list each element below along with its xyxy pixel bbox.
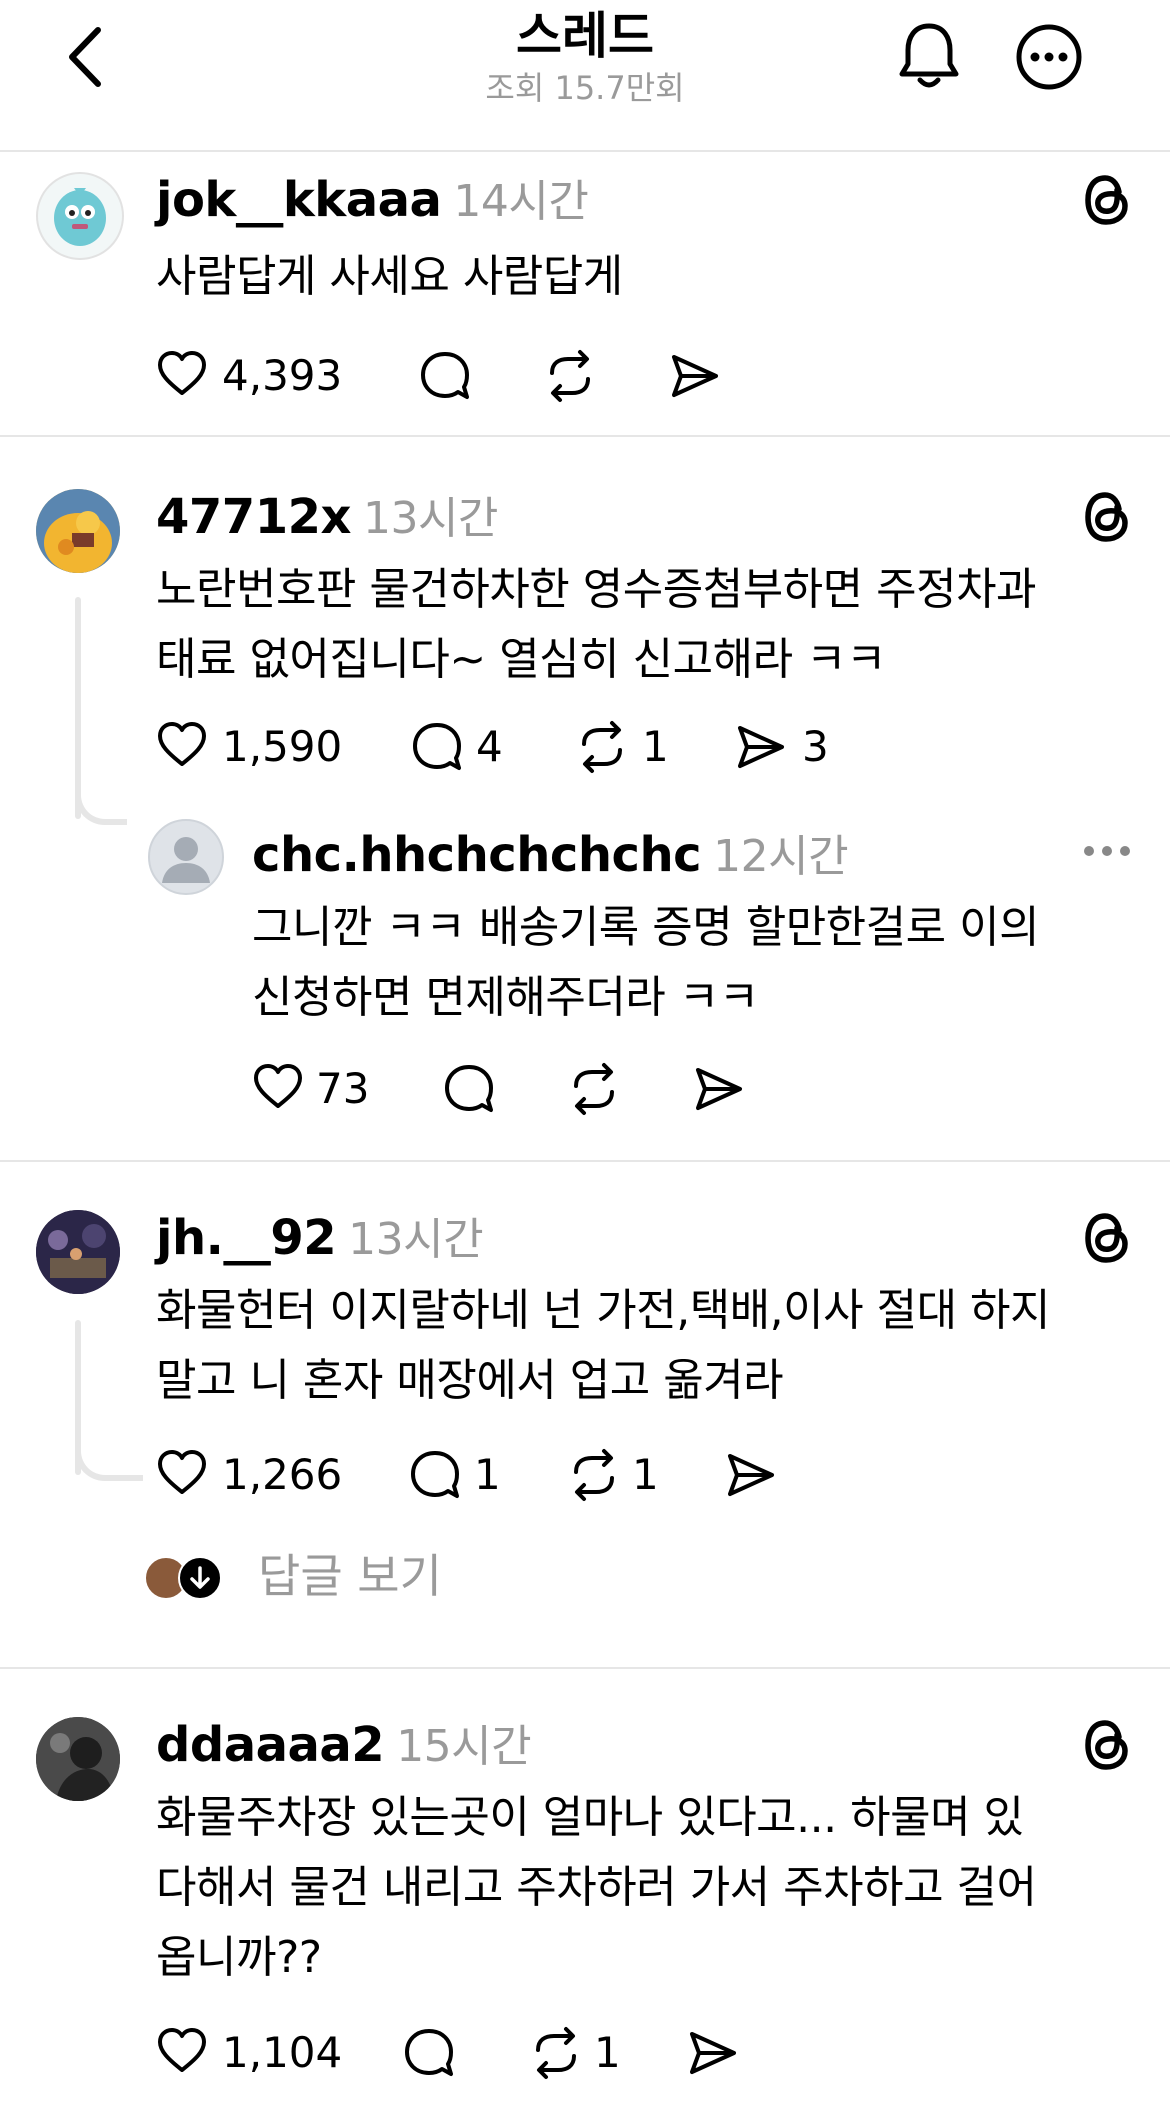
- heart-icon: [158, 722, 206, 766]
- repost-button[interactable]: [574, 720, 630, 774]
- send-icon: [738, 726, 784, 768]
- reply-button[interactable]: [418, 349, 472, 403]
- comment-text-line: 말고 니 혼자 매장에서 업고 옮겨라: [156, 1355, 784, 1406]
- threads-logo-icon[interactable]: [1080, 489, 1132, 545]
- view-count: 조회 15.7만회: [485, 69, 685, 107]
- send-icon: [672, 355, 718, 397]
- heart-icon: [158, 1450, 206, 1494]
- comment-text-line: 노란번호판 물건하차한 영수증첨부하면 주정차과: [156, 564, 1037, 615]
- username[interactable]: 47712x: [156, 489, 351, 545]
- like-count: 1,104: [222, 2028, 343, 2077]
- avatar[interactable]: [36, 1210, 120, 1294]
- username[interactable]: jh.__92: [156, 1210, 337, 1266]
- comment-bubble-icon: [411, 1451, 459, 1498]
- comment-bubble-icon: [421, 352, 469, 399]
- repost-icon: [550, 350, 590, 402]
- share-button[interactable]: [692, 1064, 746, 1114]
- repost-button[interactable]: [566, 1062, 622, 1116]
- send-icon: [696, 1068, 742, 1110]
- comment-text-line: 화물주차장 있는곳이 얼마나 있다고... 하물며 있: [156, 1792, 1024, 1843]
- like-button[interactable]: [252, 1062, 304, 1112]
- arrow-down-icon: [178, 1556, 222, 1600]
- username[interactable]: ddaaaa2: [156, 1717, 385, 1773]
- bell-icon: [899, 23, 959, 88]
- timestamp: 14시간: [453, 176, 589, 227]
- comment-text-line: 옵니까??: [156, 1932, 322, 1983]
- comment-bubble-icon: [445, 1065, 493, 1112]
- heart-icon: [254, 1064, 302, 1108]
- avatar[interactable]: [148, 819, 224, 895]
- threads-logo-icon[interactable]: [1080, 1210, 1132, 1266]
- reply-button[interactable]: [442, 1062, 496, 1116]
- reply-button[interactable]: [402, 2026, 456, 2080]
- username[interactable]: chc.hhchchchchc: [252, 827, 702, 883]
- like-button[interactable]: [156, 720, 208, 770]
- comment-item: jok__kkaaa 14시간 사람답게 사세요 사람답게 4,393: [0, 152, 1170, 435]
- view-replies-label: 답글 보기: [258, 1549, 442, 1603]
- like-count: 1,266: [222, 1450, 343, 1499]
- comment-text-line: 신청하면 면제해주더라 ㅋㅋ: [252, 972, 759, 1023]
- username[interactable]: jok__kkaaa: [156, 172, 442, 228]
- thread-connector: [75, 767, 127, 825]
- more-options-button[interactable]: [1014, 22, 1084, 92]
- more-options-button[interactable]: [1082, 843, 1132, 859]
- more-circle-icon: [1016, 24, 1082, 90]
- repost-count: 1: [632, 1450, 659, 1499]
- repost-icon: [574, 1449, 614, 1501]
- default-avatar-icon: [162, 837, 210, 883]
- repost-icon: [582, 721, 622, 773]
- like-button[interactable]: [156, 2026, 208, 2076]
- comment-item: ddaaaa2 15시간 화물주차장 있는곳이 얼마나 있다고... 하물며 있 …: [0, 1669, 1170, 2114]
- thread-connector: [75, 1422, 143, 1481]
- share-button[interactable]: [724, 1450, 778, 1500]
- repost-button[interactable]: [542, 349, 598, 403]
- threads-logo-icon[interactable]: [1080, 1717, 1132, 1773]
- share-button[interactable]: [734, 722, 788, 772]
- like-button[interactable]: [156, 1448, 208, 1498]
- view-replies-button[interactable]: 답글 보기: [144, 1549, 564, 1612]
- heart-icon: [158, 2028, 206, 2072]
- like-count: 73: [316, 1064, 370, 1113]
- share-count: 3: [802, 722, 829, 771]
- reply-button[interactable]: [410, 720, 464, 774]
- repost-button[interactable]: [528, 2026, 584, 2080]
- comment-text-line: 다해서 물건 내리고 주차하러 가서 주차하고 걸어: [156, 1862, 1037, 1913]
- comment-text-line: 그니깐 ㅋㅋ 배송기록 증명 할만한걸로 이의: [252, 902, 1040, 953]
- repost-button[interactable]: [566, 1448, 622, 1502]
- like-count: 4,393: [222, 351, 343, 400]
- timestamp: 15시간: [396, 1721, 532, 1772]
- heart-icon: [158, 351, 206, 395]
- repost-count: 1: [642, 722, 669, 771]
- reply-button[interactable]: [408, 1448, 462, 1502]
- ellipsis-icon: [1084, 846, 1130, 856]
- comment-bubble-icon: [405, 2029, 453, 2076]
- send-icon: [728, 1454, 774, 1496]
- avatar[interactable]: [36, 1717, 120, 1801]
- comment-text: 사람답게 사세요 사람답게: [156, 251, 623, 302]
- comment-item: jh.__92 13시간 화물헌터 이지랄하네 넌 가전,택배,이사 절대 하지 …: [0, 1162, 1170, 1667]
- repost-count: 1: [594, 2028, 621, 2077]
- threads-logo-icon[interactable]: [1080, 172, 1132, 228]
- repost-icon: [536, 2027, 576, 2079]
- avatar[interactable]: [36, 172, 124, 260]
- comment-bubble-icon: [413, 723, 461, 770]
- repost-icon: [574, 1063, 614, 1115]
- share-button[interactable]: [668, 351, 722, 401]
- timestamp: 12시간: [713, 831, 849, 882]
- timestamp: 13시간: [362, 493, 498, 544]
- share-button[interactable]: [686, 2028, 740, 2078]
- reply-count: 4: [476, 722, 503, 771]
- avatar[interactable]: [36, 489, 120, 573]
- comment-item: 47712x 13시간 노란번호판 물건하차한 영수증첨부하면 주정차과 태료 없…: [0, 437, 1170, 1160]
- page-title: 스레드: [516, 7, 654, 65]
- comment-text-line: 태료 없어집니다~ 열심히 신고해라 ㅋㅋ: [156, 634, 887, 685]
- like-count: 1,590: [222, 722, 343, 771]
- timestamp: 13시간: [348, 1214, 484, 1265]
- send-icon: [690, 2032, 736, 2074]
- comment-text-line: 화물헌터 이지랄하네 넌 가전,택배,이사 절대 하지: [156, 1285, 1051, 1336]
- like-button[interactable]: [156, 349, 208, 399]
- reply-count: 1: [474, 1450, 501, 1499]
- notifications-button[interactable]: [896, 20, 962, 92]
